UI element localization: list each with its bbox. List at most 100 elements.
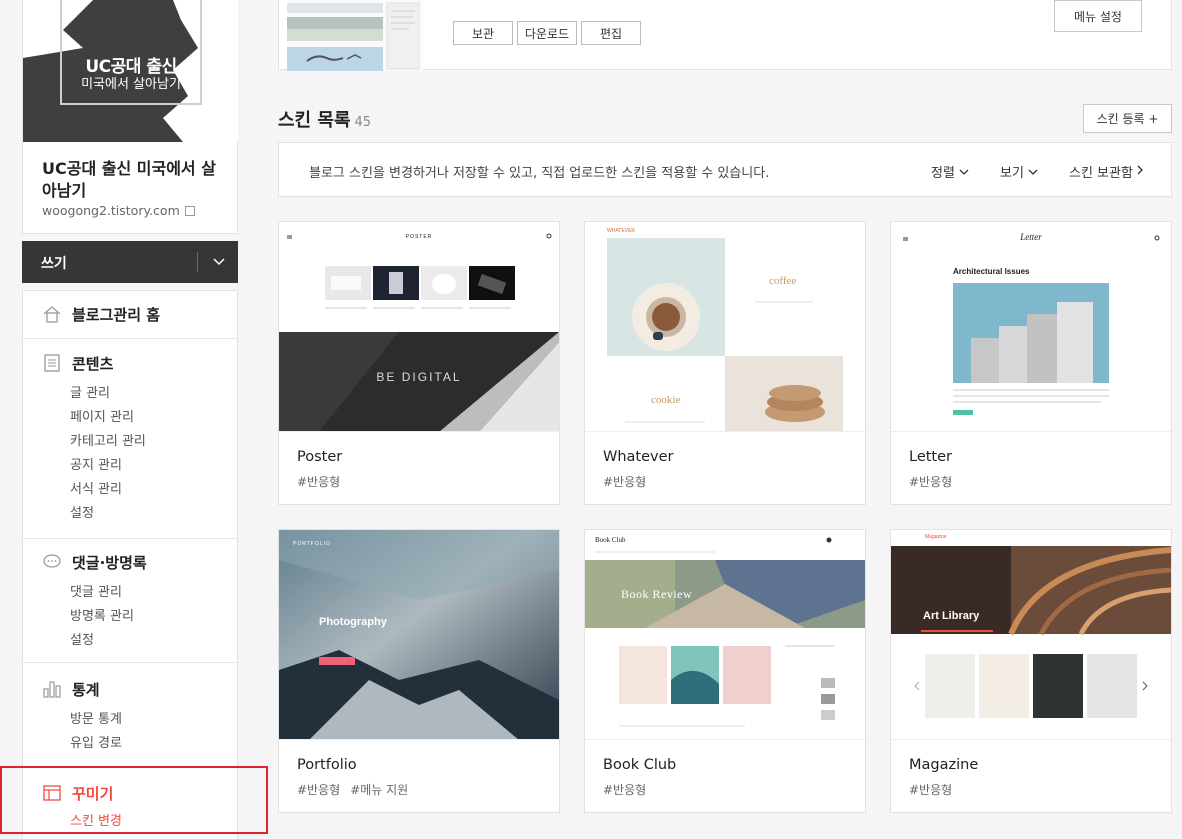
skin-tag[interactable]: #반응형: [909, 781, 952, 798]
current-skin-card: 보관 다운로드 편집 메뉴 설정: [278, 0, 1172, 71]
thumbnail-subtitle: 미국에서 살아남기: [81, 77, 181, 92]
portfolio-preview-heading: Photography: [319, 616, 387, 628]
menu-section-comments: 댓글·방명록 댓글 관리 방명록 관리 설정: [23, 538, 237, 662]
blog-url-text[interactable]: woogong2.tistory.com: [42, 203, 180, 218]
write-button[interactable]: 쓰기: [41, 253, 67, 273]
current-skin-thumbnail: [287, 0, 423, 71]
download-button[interactable]: 다운로드: [517, 21, 577, 45]
skin-archive-label[interactable]: 스킨 보관함: [1069, 162, 1133, 181]
skin-tag[interactable]: #반응형: [909, 473, 952, 490]
menu-item-visit-stats[interactable]: 방문 통계: [70, 708, 122, 727]
chevron-down-icon[interactable]: [206, 248, 232, 276]
menu-item-comment-settings[interactable]: 설정: [70, 629, 94, 648]
chevron-right-icon: [1137, 164, 1143, 179]
magazine-preview-heading: Art Library: [923, 610, 980, 622]
bookclub-preview-heading: Book Review: [621, 587, 693, 601]
skin-name[interactable]: Poster: [297, 449, 342, 465]
view-dropdown[interactable]: 보기: [1000, 162, 1038, 181]
magazine-preview-label: Magazine: [925, 534, 947, 540]
skin-tag[interactable]: #메뉴 지원: [350, 781, 408, 798]
blog-url-link[interactable]: woogong2.tistory.com: [42, 203, 195, 218]
menu-item-notices[interactable]: 공지 관리: [70, 454, 122, 473]
external-link-icon: [184, 206, 195, 216]
skin-card-magazine[interactable]: Magazine Art Library Magazine #반응형: [890, 529, 1172, 813]
sidebar: UC공대 출신 미국에서 살아남기 UC공대 출신 미국에서 살아남기 woog…: [0, 0, 270, 839]
skin-preview-letter[interactable]: Letter Architectural Issues: [891, 222, 1171, 432]
poster-preview-heading: BE DIGITAL: [376, 370, 462, 384]
chevron-down-icon: [959, 164, 969, 179]
skin-tags: #반응형: [603, 781, 646, 798]
skin-tag[interactable]: #반응형: [603, 781, 646, 798]
menu-item-categories[interactable]: 카테고리 관리: [70, 430, 146, 449]
skin-preview-portfolio[interactable]: PORTFOLIO Photography: [279, 530, 559, 740]
skin-card-portfolio[interactable]: PORTFOLIO Photography Portfolio #반응형 #메뉴 …: [278, 529, 560, 813]
bar-chart-icon: [42, 679, 62, 699]
skin-card-whatever[interactable]: WHATEVER coffee cookie Whatever #반응형: [584, 221, 866, 505]
menu-comments-label[interactable]: 댓글·방명록: [72, 552, 147, 573]
menu-section-home: 블로그관리 홈: [23, 291, 237, 338]
blog-name[interactable]: UC공대 출신 미국에서 살아남기: [42, 158, 222, 202]
menu-item-pages[interactable]: 페이지 관리: [70, 406, 134, 425]
menu-section-stats: 통계 방문 통계 유입 경로: [23, 662, 237, 766]
blog-thumbnail[interactable]: UC공대 출신 미국에서 살아남기: [23, 0, 238, 142]
view-label[interactable]: 보기: [1000, 162, 1024, 181]
letter-preview-heading: Architectural Issues: [953, 267, 1030, 276]
skin-preview-poster[interactable]: POSTER BE DIGITAL: [279, 222, 559, 432]
menu-item-referrers[interactable]: 유입 경로: [70, 732, 122, 751]
menu-item-guestbook[interactable]: 방명록 관리: [70, 605, 134, 624]
skin-list-title: 스킨 목록: [278, 110, 351, 131]
thumbnail-frame: UC공대 출신 미국에서 살아남기: [60, 0, 202, 105]
skin-tags: #반응형: [909, 473, 952, 490]
menu-content-label[interactable]: 콘텐츠: [72, 353, 113, 374]
menu-stats[interactable]: 통계: [42, 678, 100, 700]
whatever-preview-sub: cookie: [651, 394, 681, 406]
poster-preview-label: POSTER: [405, 234, 433, 240]
sort-label[interactable]: 정렬: [931, 162, 955, 181]
skin-card-letter[interactable]: Letter Architectural Issues Letter #반응형: [890, 221, 1172, 505]
annotation-highlight-box: [0, 766, 268, 834]
skin-tags: #반응형: [297, 473, 340, 490]
skin-name[interactable]: Letter: [909, 449, 952, 465]
skin-count: 45: [354, 115, 372, 130]
skin-tag[interactable]: #반응형: [603, 473, 646, 490]
skin-archive-link[interactable]: 스킨 보관함: [1069, 162, 1143, 181]
menu-section-content: 콘텐츠 글 관리 페이지 관리 카테고리 관리 공지 관리 서식 관리 설정: [23, 338, 237, 538]
skin-card-bookclub[interactable]: Book Club Book Review Book Club #반응형: [584, 529, 866, 813]
skin-tags: #반응형 #메뉴 지원: [297, 781, 408, 798]
skin-name[interactable]: Magazine: [909, 757, 978, 773]
skin-tag[interactable]: #반응형: [297, 473, 340, 490]
skin-card-poster[interactable]: POSTER BE DIGITAL Poster #반응형: [278, 221, 560, 505]
skin-tags: #반응형: [909, 781, 952, 798]
menu-home-label[interactable]: 블로그관리 홈: [72, 304, 160, 325]
menu-home[interactable]: 블로그관리 홈: [42, 303, 160, 325]
main-content: 보관 다운로드 편집 메뉴 설정 스킨 목록 45 스킨 등록 + 블로그 스킨을…: [270, 0, 1182, 839]
skin-tag[interactable]: #반응형: [297, 781, 340, 798]
whatever-preview-heading: coffee: [769, 275, 797, 287]
admin-menu: 블로그관리 홈 콘텐츠 글 관리 페이지 관리 카테고리 관리 공지 관리 서식…: [22, 290, 238, 839]
skin-name[interactable]: Book Club: [603, 757, 676, 773]
skin-info-bar: 블로그 스킨을 변경하거나 저장할 수 있고, 직접 업로드한 스킨을 적용할 …: [278, 142, 1172, 197]
menu-content[interactable]: 콘텐츠: [42, 352, 113, 374]
skin-register-button[interactable]: 스킨 등록 +: [1083, 104, 1172, 133]
menu-comments[interactable]: 댓글·방명록: [42, 551, 147, 573]
menu-item-comments[interactable]: 댓글 관리: [70, 581, 122, 600]
menu-stats-label[interactable]: 통계: [72, 679, 100, 700]
menu-item-content-settings[interactable]: 설정: [70, 502, 94, 521]
skin-preview-whatever[interactable]: WHATEVER coffee cookie: [585, 222, 865, 432]
menu-item-templates[interactable]: 서식 관리: [70, 478, 122, 497]
skin-preview-magazine[interactable]: Magazine Art Library: [891, 530, 1171, 740]
menu-settings-button[interactable]: 메뉴 설정: [1054, 0, 1142, 32]
portfolio-preview-label: PORTFOLIO: [293, 541, 331, 547]
menu-item-posts[interactable]: 글 관리: [70, 382, 110, 401]
skin-name[interactable]: Portfolio: [297, 757, 357, 773]
chevron-down-icon: [1028, 164, 1038, 179]
edit-button[interactable]: 편집: [581, 21, 641, 45]
skin-list-heading: 스킨 목록 45: [278, 106, 371, 132]
skin-preview-bookclub[interactable]: Book Club Book Review: [585, 530, 865, 740]
archive-button[interactable]: 보관: [453, 21, 513, 45]
skin-tags: #반응형: [603, 473, 646, 490]
sort-dropdown[interactable]: 정렬: [931, 162, 969, 181]
skin-name[interactable]: Whatever: [603, 449, 673, 465]
skin-info-text: 블로그 스킨을 변경하거나 저장할 수 있고, 직접 업로드한 스킨을 적용할 …: [309, 166, 770, 181]
whatever-preview-label: WHATEVER: [607, 228, 635, 234]
